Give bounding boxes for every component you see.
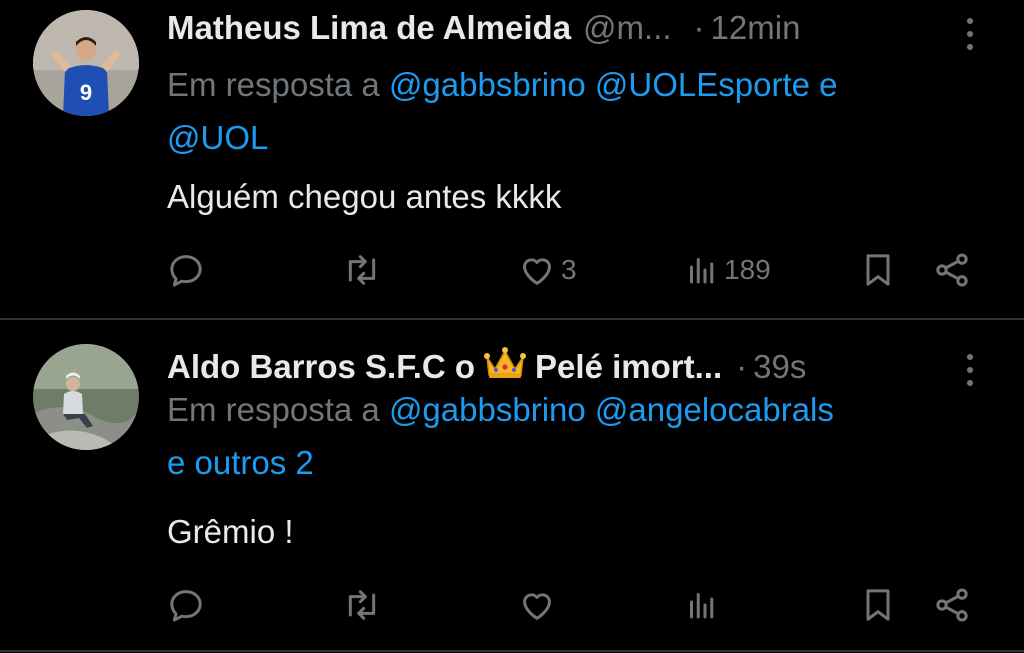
tweet-text: Grêmio !: [167, 513, 294, 550]
reply-context: Em resposta a @gabbsbrino @angelocabrals…: [167, 391, 834, 481]
tweet-text: Alguém chegou antes kkkk: [167, 178, 562, 215]
view-count: 189: [724, 254, 771, 285]
bookmark-icon: [866, 589, 890, 621]
reply-context: Em resposta a @gabbsbrino @UOLEsporte e …: [167, 66, 838, 156]
bookmark-button[interactable]: [858, 585, 898, 625]
bookmark-icon: [866, 254, 890, 286]
tweet[interactable]: Aldo Barros S.F.C o Pelé imort... · 39s …: [0, 320, 1024, 653]
tweet[interactable]: 9 Matheus Lima de Almeida @m... · 12min …: [0, 0, 1024, 318]
reply-icon: [170, 590, 202, 622]
bookmark-button[interactable]: [858, 250, 898, 290]
like-icon: [523, 258, 551, 285]
avatar[interactable]: [33, 344, 139, 450]
display-name[interactable]: Aldo Barros S.F.C o: [167, 348, 475, 386]
share-button[interactable]: [932, 250, 972, 290]
mention-link[interactable]: @gabbsbrino: [389, 391, 586, 428]
action-bar: [0, 585, 1024, 625]
mention-conjunction: e: [819, 66, 838, 103]
svg-text:9: 9: [80, 80, 92, 105]
display-name[interactable]: Matheus Lima de Almeida: [167, 9, 571, 47]
retweet-button[interactable]: [342, 250, 382, 290]
views-button[interactable]: [684, 585, 724, 625]
share-button[interactable]: [932, 585, 972, 625]
separator: ·: [693, 9, 705, 46]
timestamp[interactable]: 39s: [753, 348, 806, 386]
mention-link[interactable]: @UOL: [167, 119, 268, 156]
tweet-header: Matheus Lima de Almeida @m... · 12min: [167, 6, 800, 50]
share-icon: [936, 588, 968, 622]
tweet-divider: [0, 650, 1024, 652]
mention-link[interactable]: @angelocabrals: [595, 391, 834, 428]
display-name-suffix[interactable]: Pelé imort...: [535, 348, 722, 386]
like-button[interactable]: [517, 585, 561, 625]
mention-link[interactable]: @gabbsbrino: [389, 66, 586, 103]
separator: ·: [736, 348, 748, 385]
views-icon: [690, 593, 714, 619]
retweet-button[interactable]: [342, 585, 382, 625]
mention-link[interactable]: @UOLEsporte: [595, 66, 810, 103]
action-bar: 3 189: [0, 250, 1024, 290]
retweet-icon: [348, 590, 376, 620]
like-count: 3: [561, 254, 577, 285]
views-icon: [690, 258, 714, 284]
like-button[interactable]: 3: [517, 250, 577, 290]
timestamp[interactable]: 12min: [711, 9, 801, 47]
others-link[interactable]: e outros 2: [167, 444, 314, 481]
reply-icon: [170, 255, 202, 287]
retweet-icon: [348, 255, 376, 285]
reply-button[interactable]: [166, 585, 206, 625]
views-button[interactable]: 189: [684, 250, 771, 290]
avatar[interactable]: 9: [33, 10, 139, 116]
user-handle[interactable]: @m...: [583, 9, 672, 47]
share-icon: [936, 253, 968, 287]
reply-button[interactable]: [166, 250, 206, 290]
like-icon: [523, 593, 551, 620]
more-icon[interactable]: [962, 14, 978, 54]
